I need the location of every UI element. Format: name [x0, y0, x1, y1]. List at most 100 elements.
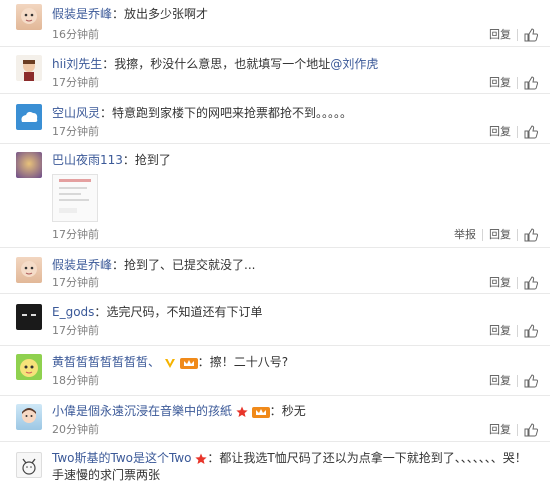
thumbs-up-icon[interactable] [524, 374, 538, 388]
colon: ： [100, 106, 113, 120]
reply-button[interactable]: 回复 [489, 76, 511, 90]
comment-text: 空山风灵：特意跑到家楼下的网吧来抢票都抢不到。。。。。 [52, 105, 540, 121]
comment-actions: 举报 回复 [454, 228, 538, 242]
comment-item: 假装是乔峰：放出多少张啊才 16分钟前 回复 [0, 0, 550, 47]
avatar[interactable] [16, 257, 42, 283]
comment-item: 黄皙皙皙皙皙皙皙、 ：擦！二十八号? 18分钟前 回复 [0, 346, 550, 396]
colon: ： [112, 258, 125, 272]
thumbs-up-icon[interactable] [524, 76, 538, 90]
username-link[interactable]: 黄皙皙皙皙皙皙皙、 [52, 355, 160, 369]
avatar[interactable] [16, 55, 42, 81]
comment-actions: 回复 [489, 276, 538, 290]
timestamp: 17分钟前 [52, 228, 99, 241]
comment-item: 空山风灵：特意跑到家楼下的网吧来抢票都抢不到。。。。。 17分钟前 回复 [0, 94, 550, 144]
comment-actions: 回复 [489, 324, 538, 338]
member-crown-icon [251, 406, 270, 418]
reply-button[interactable]: 回复 [489, 374, 511, 388]
comment-actions: 回复 [489, 374, 538, 388]
avatar[interactable] [16, 354, 42, 380]
image-thumbnail[interactable] [52, 174, 98, 222]
thumbs-up-icon[interactable] [524, 324, 538, 338]
username-link[interactable]: 假装是乔峰 [52, 258, 112, 272]
colon: ： [197, 355, 210, 369]
username-link[interactable]: 巴山夜雨113 [52, 153, 123, 167]
username-link[interactable]: 小偉是個永遠沉浸在音樂中的孩紙 [52, 404, 232, 418]
timestamp: 16分钟前 [52, 28, 99, 41]
thumbs-up-icon[interactable] [524, 228, 538, 242]
comment-body: 秒无 [281, 404, 306, 418]
vip-v-icon [164, 358, 175, 368]
member-crown-icon [179, 357, 198, 369]
thumbs-up-icon[interactable] [524, 423, 538, 437]
comment-item: E_gods：选完尺码，不知道还有下订单 17分钟前 回复 [0, 294, 550, 346]
colon: ： [94, 305, 107, 319]
timestamp: 17分钟前 [52, 276, 99, 289]
star-badge-icon [236, 406, 248, 417]
colon: ： [102, 57, 115, 71]
comment-actions: 回复 [489, 28, 538, 42]
comment-text: 假装是乔峰：抢到了、已提交就没了... [52, 257, 540, 273]
comment-list: 假装是乔峰：放出多少张啊才 16分钟前 回复 hii刘先生：我擦，秒没什么意思，… [0, 0, 550, 490]
thumbs-up-icon[interactable] [524, 28, 538, 42]
reply-button[interactable]: 回复 [489, 28, 511, 42]
divider [517, 229, 518, 241]
reply-button[interactable]: 回复 [489, 324, 511, 338]
colon: ： [207, 451, 220, 465]
comment-actions: 回复 [489, 423, 538, 437]
avatar[interactable] [16, 4, 42, 30]
comment-body: 特意跑到家楼下的网吧来抢票都抢不到。。。。。 [112, 106, 353, 120]
comment-text: E_gods：选完尺码，不知道还有下订单 [52, 304, 540, 320]
reply-button[interactable]: 回复 [489, 423, 511, 437]
colon: ： [112, 7, 125, 21]
comment-body: 抢到了 [134, 153, 171, 167]
username-link[interactable]: 空山风灵 [52, 106, 100, 120]
reply-button[interactable]: 回复 [489, 228, 511, 242]
comment-text: 巴山夜雨113：抢到了 [52, 152, 540, 168]
timestamp: 17分钟前 [52, 125, 99, 138]
username-link[interactable]: hii刘先生 [52, 57, 102, 71]
divider [517, 424, 518, 436]
divider [482, 229, 483, 241]
timestamp: 17分钟前 [52, 76, 99, 89]
username-link[interactable]: E_gods [52, 305, 94, 319]
divider [517, 29, 518, 41]
comment-item: 巴山夜雨113：抢到了 17分钟前 举报 回复 [0, 144, 550, 248]
comment-text: 小偉是個永遠沉浸在音樂中的孩紙 ：秒无 [52, 403, 540, 419]
timestamp: 17分钟前 [52, 324, 99, 337]
comment-text: 黄皙皙皙皙皙皙皙、 ：擦！二十八号? [52, 354, 540, 370]
avatar[interactable] [16, 152, 42, 178]
comment-body: 放出多少张啊才 [124, 7, 209, 21]
mention-link[interactable]: @刘作虎 [330, 57, 378, 71]
divider [517, 126, 518, 138]
reply-button[interactable]: 回复 [489, 125, 511, 139]
comment-text: hii刘先生：我擦，秒没什么意思，也就填写一个地址@刘作虎 [52, 56, 540, 72]
thumbs-up-icon[interactable] [524, 125, 538, 139]
colon: ： [122, 153, 135, 167]
divider [517, 375, 518, 387]
avatar[interactable] [16, 404, 42, 430]
avatar[interactable] [16, 104, 42, 130]
comment-text: Two斯基的Two是这个Two ：都让我选T恤尺码了还以为点拿一下就抢到了、、、… [52, 450, 536, 484]
divider [517, 325, 518, 337]
avatar[interactable] [16, 452, 42, 478]
comment-item: 假装是乔峰：抢到了、已提交就没了... 17分钟前 回复 [0, 248, 550, 294]
comment-actions: 回复 [489, 125, 538, 139]
thumbs-up-icon[interactable] [524, 276, 538, 290]
comment-item: Two斯基的Two是这个Two ：都让我选T恤尺码了还以为点拿一下就抢到了、、、… [0, 442, 550, 490]
reply-button[interactable]: 回复 [489, 276, 511, 290]
timestamp: 18分钟前 [52, 374, 99, 387]
divider [517, 77, 518, 89]
colon: ： [269, 404, 282, 418]
divider [517, 277, 518, 289]
comment-body: 选完尺码，不知道还有下订单 [106, 305, 263, 319]
username-link[interactable]: Two斯基的Two是这个Two [52, 451, 192, 465]
comment-body: 擦！二十八号? [209, 355, 289, 369]
comment-text: 假装是乔峰：放出多少张啊才 [52, 6, 540, 22]
report-button[interactable]: 举报 [454, 228, 476, 242]
avatar[interactable] [16, 304, 42, 330]
comment-actions: 回复 [489, 76, 538, 90]
star-badge-icon [195, 453, 207, 464]
username-link[interactable]: 假装是乔峰 [52, 7, 112, 21]
timestamp: 20分钟前 [52, 423, 99, 436]
comment-body: 抢到了、已提交就没了... [124, 258, 256, 272]
